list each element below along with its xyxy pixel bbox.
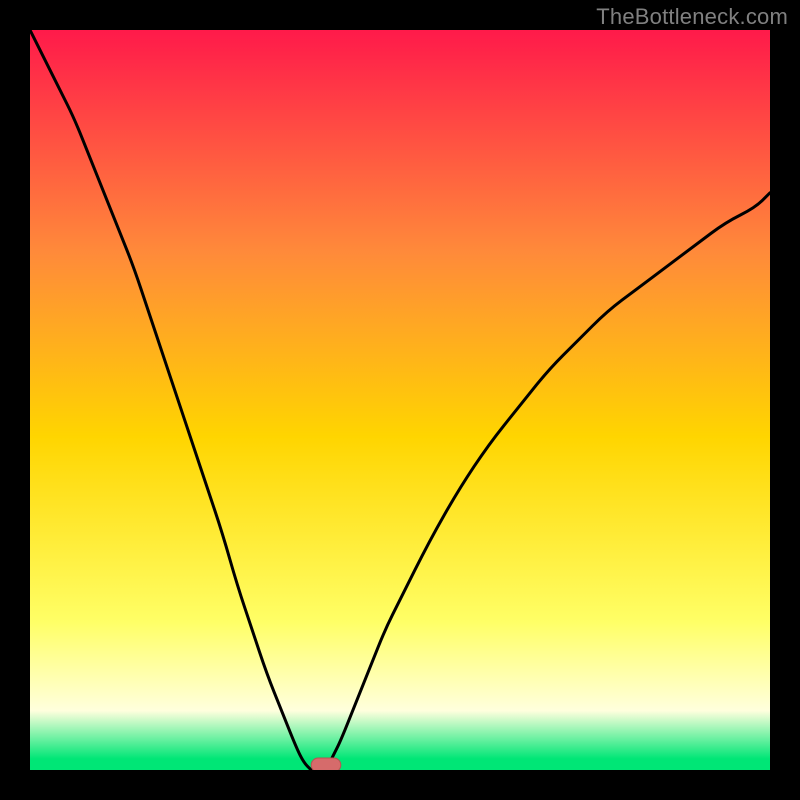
bottleneck-chart <box>30 30 770 770</box>
min-marker <box>311 758 341 770</box>
plot-area <box>30 30 770 770</box>
watermark-text: TheBottleneck.com <box>596 4 788 30</box>
chart-frame: TheBottleneck.com <box>0 0 800 800</box>
